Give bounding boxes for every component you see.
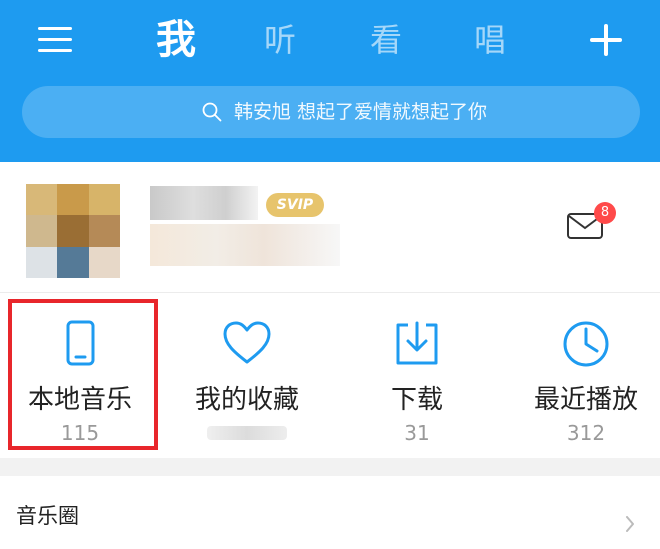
music-circle-label: 音乐圈 bbox=[16, 504, 79, 528]
profile-card: SVIP bbox=[0, 162, 660, 293]
search-input[interactable]: 韩安旭 想起了爱情就想起了你 bbox=[22, 86, 640, 138]
local-music-label: 本地音乐 bbox=[27, 385, 132, 415]
favorites-label: 我的收藏 bbox=[194, 385, 299, 415]
download-icon bbox=[396, 321, 438, 365]
phone-icon bbox=[66, 320, 95, 366]
local-music-button[interactable]: 本地音乐 115 bbox=[0, 293, 160, 458]
chevron-right-icon bbox=[626, 516, 634, 532]
section-divider bbox=[0, 458, 660, 476]
download-label: 下载 bbox=[390, 385, 443, 415]
quick-actions: 本地音乐 115 我的收藏 下载 31 最近播放 312 bbox=[0, 293, 660, 458]
menu-icon[interactable] bbox=[38, 24, 72, 54]
avatar[interactable] bbox=[26, 184, 120, 278]
vip-badge[interactable]: SVIP bbox=[266, 193, 324, 217]
clock-icon bbox=[563, 321, 609, 367]
tab-sing[interactable]: 唱 bbox=[460, 14, 520, 66]
profile-subline-blurred bbox=[150, 224, 340, 266]
download-button[interactable]: 下载 31 bbox=[337, 293, 497, 458]
download-count: 31 bbox=[404, 421, 430, 445]
tab-me[interactable]: 我 bbox=[146, 14, 206, 66]
tab-watch[interactable]: 看 bbox=[356, 14, 416, 66]
search-icon bbox=[202, 102, 222, 122]
favorites-button[interactable]: 我的收藏 bbox=[167, 293, 327, 458]
mail-badge: 8 bbox=[594, 202, 616, 224]
search-placeholder: 韩安旭 想起了爱情就想起了你 bbox=[234, 101, 488, 123]
recent-play-button[interactable]: 最近播放 312 bbox=[506, 293, 660, 458]
recent-play-label: 最近播放 bbox=[533, 385, 638, 415]
username-blurred[interactable] bbox=[150, 186, 258, 220]
plus-icon[interactable] bbox=[590, 24, 622, 56]
music-circle-row[interactable]: 音乐圈 bbox=[0, 476, 660, 549]
recent-play-count: 312 bbox=[566, 421, 606, 445]
top-header: 我 听 看 唱 韩安旭 想起了爱情就想起了你 bbox=[0, 0, 660, 162]
tab-listen[interactable]: 听 bbox=[250, 14, 310, 66]
local-music-count: 115 bbox=[60, 421, 100, 445]
nav-row: 我 听 看 唱 bbox=[0, 0, 660, 82]
heart-icon bbox=[223, 321, 271, 364]
favorites-count-blurred bbox=[207, 426, 287, 440]
